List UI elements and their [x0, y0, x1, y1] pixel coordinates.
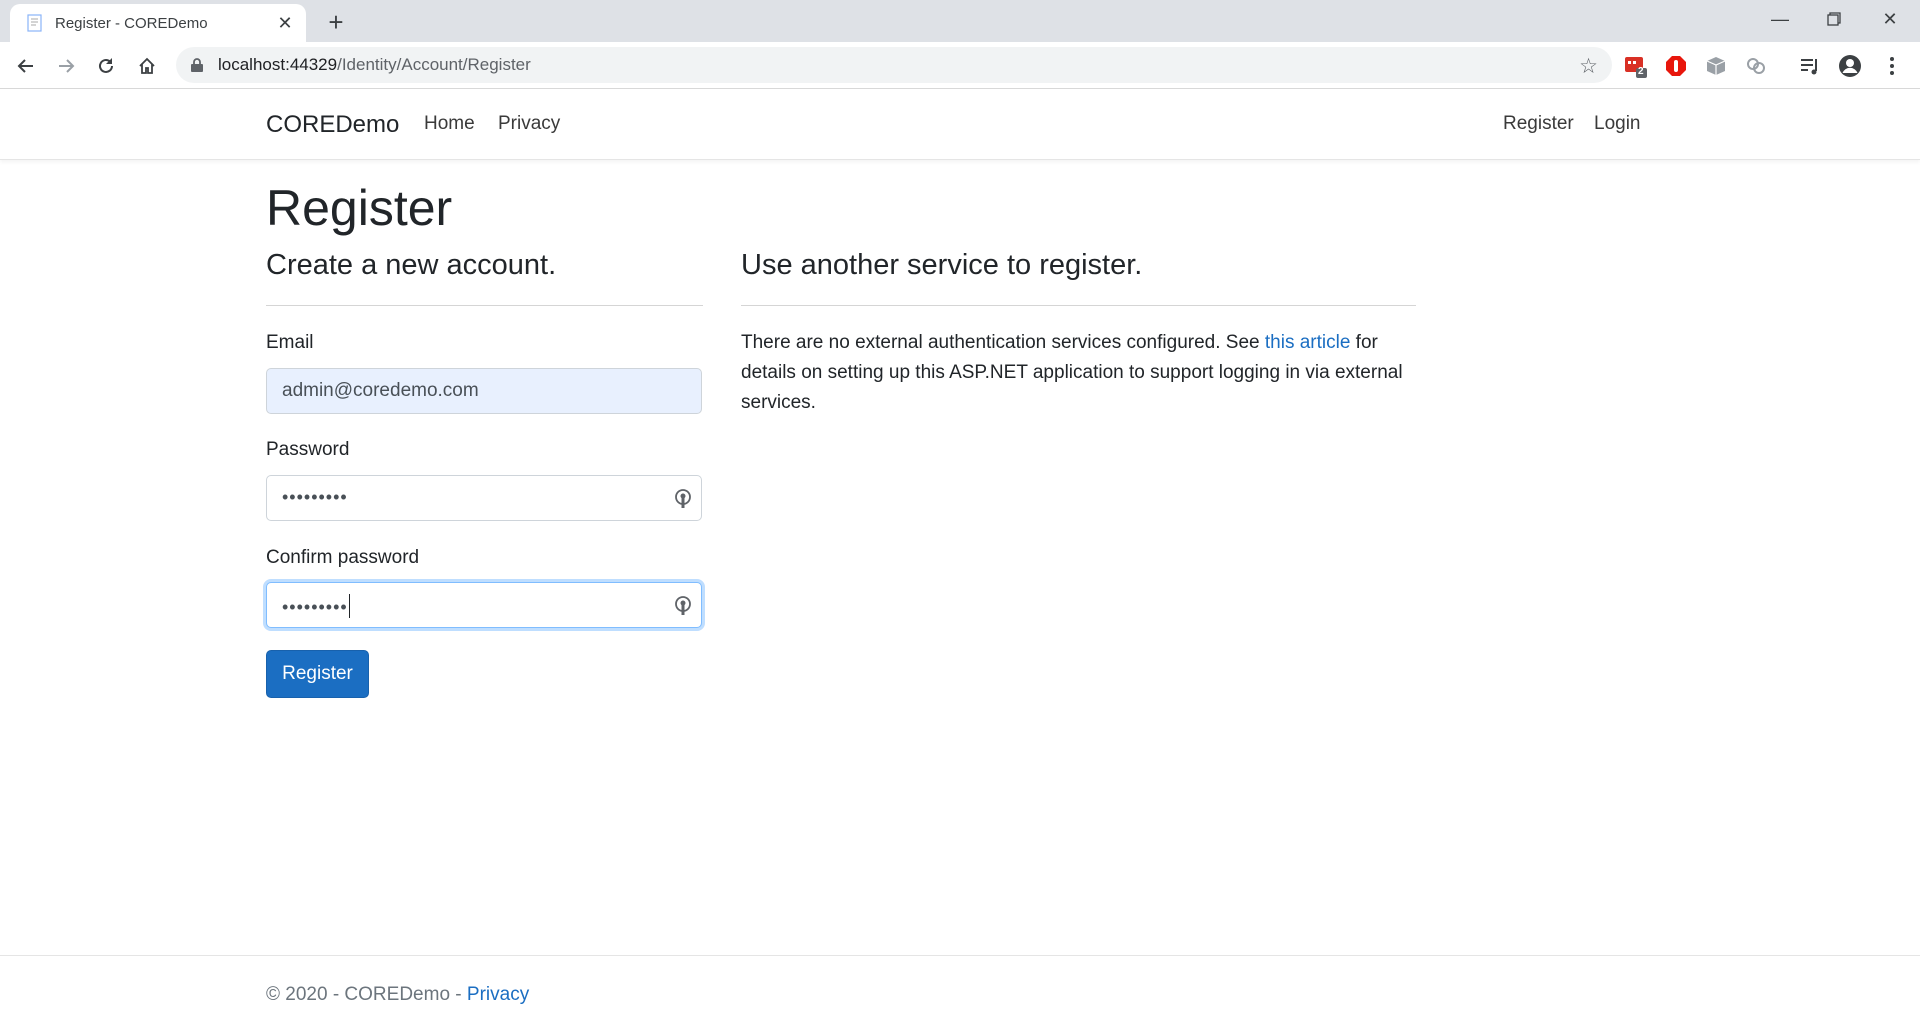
- email-label: Email: [266, 332, 314, 353]
- external-services-text: There are no external authentication ser…: [741, 328, 1417, 418]
- confirm-password-value: •••••••••: [282, 594, 350, 618]
- password-manager-key-icon[interactable]: [674, 596, 692, 622]
- external-service-heading: Use another service to register.: [741, 249, 1143, 281]
- right-divider: [741, 305, 1416, 306]
- extension-links-icon[interactable]: [1744, 54, 1768, 78]
- email-field[interactable]: admin@coredemo.com: [266, 368, 702, 414]
- text-cursor: [348, 594, 350, 618]
- browser-tabstrip: Register - COREDemo ✕ + — ✕: [0, 0, 1920, 42]
- confirm-password-label: Confirm password: [266, 547, 420, 568]
- browser-toolbar: localhost:44329/Identity/Account/Registe…: [0, 42, 1920, 89]
- lock-icon: [190, 57, 204, 78]
- media-queue-icon[interactable]: [1798, 54, 1822, 78]
- tab-close-icon[interactable]: ✕: [274, 12, 296, 34]
- create-account-heading: Create a new account.: [266, 249, 557, 281]
- bookmark-star-icon[interactable]: ☆: [1579, 54, 1598, 79]
- minimize-icon[interactable]: —: [1752, 0, 1808, 38]
- password-field[interactable]: •••••••••: [266, 475, 702, 521]
- external-text-before: There are no external authentication ser…: [741, 332, 1265, 353]
- url-path: /Identity/Account/Register: [337, 55, 531, 74]
- new-tab-icon[interactable]: +: [322, 7, 350, 37]
- register-submit-button[interactable]: Register: [266, 650, 369, 698]
- nav-privacy-link[interactable]: Privacy: [498, 113, 560, 135]
- password-label: Password: [266, 439, 350, 460]
- password-manager-key-icon[interactable]: [674, 489, 692, 515]
- copyright-text: © 2020 - COREDemo -: [266, 984, 467, 1005]
- site-footer: © 2020 - COREDemo - Privacy: [0, 955, 1920, 1031]
- reload-icon[interactable]: [90, 50, 122, 82]
- extension-adblock-icon[interactable]: [1664, 54, 1688, 78]
- footer-privacy-link[interactable]: Privacy: [467, 984, 529, 1005]
- confirm-password-dots: •••••••••: [282, 597, 348, 617]
- site-brand-link[interactable]: COREDemo: [266, 111, 399, 139]
- left-divider: [266, 305, 703, 306]
- email-value: admin@coredemo.com: [282, 380, 479, 401]
- page-favicon-icon: [26, 14, 44, 32]
- url-text: localhost:44329/Identity/Account/Registe…: [218, 55, 531, 75]
- profile-avatar-icon[interactable]: [1838, 54, 1862, 78]
- nav-register-link[interactable]: Register: [1503, 113, 1574, 135]
- nav-home-link[interactable]: Home: [424, 113, 475, 135]
- nav-login-link[interactable]: Login: [1594, 113, 1641, 135]
- extension-cube-icon[interactable]: [1704, 54, 1728, 78]
- this-article-link[interactable]: this article: [1265, 332, 1351, 353]
- home-icon[interactable]: [131, 50, 163, 82]
- forward-icon[interactable]: [50, 50, 82, 82]
- url-host: localhost:44329: [218, 55, 338, 74]
- close-window-icon[interactable]: ✕: [1862, 0, 1918, 38]
- browser-tab[interactable]: Register - COREDemo ✕: [10, 4, 306, 42]
- restore-icon[interactable]: [1806, 0, 1862, 38]
- password-value: •••••••••: [282, 487, 348, 507]
- address-bar[interactable]: localhost:44329/Identity/Account/Registe…: [176, 47, 1612, 83]
- browser-menu-icon[interactable]: [1880, 54, 1904, 78]
- back-icon[interactable]: [10, 50, 42, 82]
- confirm-password-field[interactable]: •••••••••: [266, 582, 702, 628]
- site-navbar: COREDemo Home Privacy Register Login: [0, 89, 1920, 160]
- tab-title: Register - COREDemo: [55, 14, 208, 32]
- extension-todo-icon[interactable]: 2: [1624, 54, 1648, 78]
- page-title: Register: [266, 180, 453, 236]
- footer-text: © 2020 - COREDemo - Privacy: [266, 984, 529, 1006]
- extension-badge: 2: [1638, 66, 1644, 77]
